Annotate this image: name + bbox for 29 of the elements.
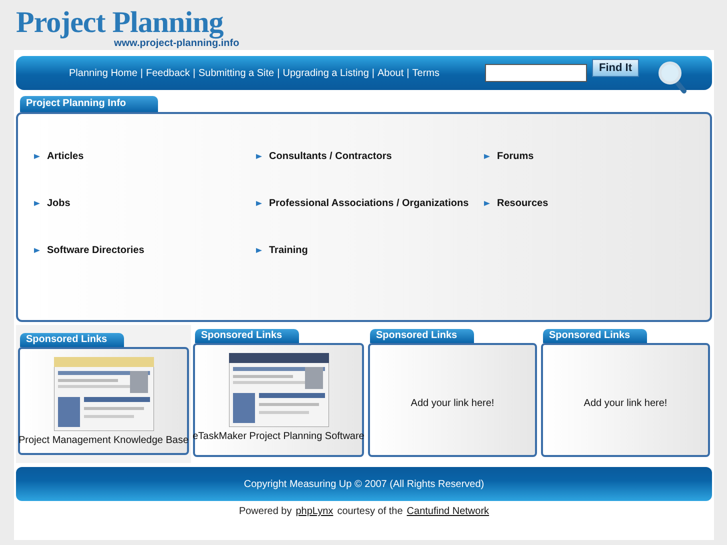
- category-link[interactable]: Training: [269, 245, 308, 256]
- category-link[interactable]: Professional Associations / Organizations: [269, 198, 469, 209]
- nav-link[interactable]: Terms: [412, 68, 440, 78]
- nav-link[interactable]: Feedback: [146, 68, 190, 78]
- site-url: www.project-planning.info: [114, 38, 240, 49]
- category-link[interactable]: Software Directories: [47, 245, 144, 256]
- nav-link[interactable]: Submitting a Site: [198, 68, 274, 78]
- site-logo[interactable]: Project Planning: [16, 6, 224, 40]
- powered-text: Powered by: [238, 506, 292, 517]
- network-link[interactable]: Cantufind Network: [406, 506, 490, 517]
- nav-link[interactable]: Upgrading a Listing: [282, 68, 369, 78]
- category-link[interactable]: Consultants / Contractors: [269, 151, 392, 162]
- copyright-text: Copyright Measuring Up © 2007 (All Rights Reserved): [244, 478, 484, 490]
- separator: |: [372, 68, 375, 78]
- phplynx-link[interactable]: phpLynx: [296, 506, 334, 517]
- category-link[interactable]: Jobs: [47, 198, 70, 209]
- category-link[interactable]: Resources: [497, 198, 548, 209]
- sponsor-link[interactable]: Add your link here!: [410, 398, 494, 409]
- nav-link[interactable]: Planning Home: [69, 68, 138, 78]
- category-link[interactable]: Articles: [47, 151, 84, 162]
- category-link[interactable]: Forums: [497, 151, 534, 162]
- separator: |: [192, 68, 196, 78]
- separator: |: [140, 68, 143, 78]
- nav-link[interactable]: About: [378, 68, 404, 78]
- separator: |: [406, 68, 410, 78]
- courtesy-text: courtesy of the: [337, 506, 403, 517]
- find-button[interactable]: Find It: [592, 59, 639, 77]
- separator: |: [277, 68, 280, 78]
- sponsor-link[interactable]: Add your link here!: [584, 398, 668, 409]
